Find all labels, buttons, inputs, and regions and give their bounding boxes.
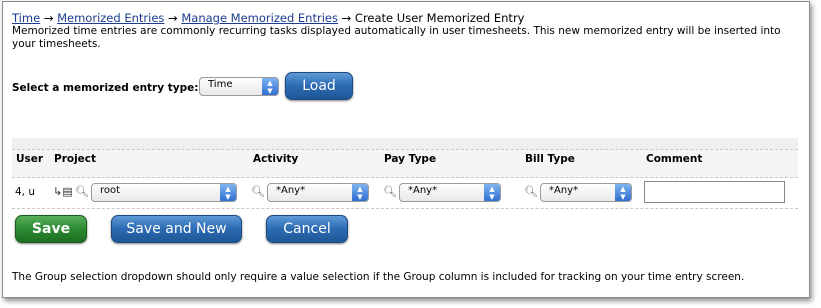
header-comment: Comment [646,153,703,165]
cancel-button[interactable]: Cancel [266,215,348,243]
header-pay-type: Pay Type [384,153,437,165]
chevron-updown-icon: ▲ ▼ [484,184,500,201]
breadcrumb: Time → Memorized Entries → Manage Memori… [12,11,524,25]
row-user: 4, u [15,186,36,198]
create-memorized-entry-panel: Time → Memorized Entries → Manage Memori… [2,1,810,298]
breadcrumb-separator: → [43,11,54,25]
project-select[interactable]: root ▲ ▼ [91,183,237,202]
header-activity: Activity [253,153,299,165]
chevron-updown-icon: ▲ ▼ [615,184,631,201]
header-project: Project [54,153,97,165]
search-icon[interactable]: 🔍︎ [524,185,538,198]
bill-type-value: *Any* [549,185,579,196]
pay-type-select[interactable]: *Any* ▲ ▼ [399,183,501,202]
header-bill-type: Bill Type [525,153,575,165]
entry-type-value: Time [208,79,233,90]
bill-type-select[interactable]: *Any* ▲ ▼ [540,183,632,202]
breadcrumb-link-manage-memorized-entries[interactable]: Manage Memorized Entries [181,11,338,25]
load-button[interactable]: Load [285,72,353,100]
comment-input[interactable] [644,181,785,203]
entry-type-label: Select a memorized entry type: [12,82,199,94]
pay-type-value: *Any* [408,185,438,196]
save-and-new-button[interactable]: Save and New [111,215,242,243]
hierarchy-icon[interactable]: ↳▤ [53,185,73,198]
activity-select[interactable]: *Any* ▲ ▼ [267,183,369,202]
project-value: root [100,185,121,196]
footer-note: The Group selection dropdown should only… [12,271,745,283]
breadcrumb-current: Create User Memorized Entry [354,11,525,25]
chevron-updown-icon: ▲ ▼ [352,184,368,201]
breadcrumb-link-memorized-entries[interactable]: Memorized Entries [57,11,164,25]
breadcrumb-separator: → [168,11,178,25]
search-icon[interactable]: 🔍︎ [75,185,89,198]
search-icon[interactable]: 🔍︎ [383,185,397,198]
breadcrumb-separator: → [341,11,352,25]
header-user: User [16,153,44,165]
table-top-band [12,138,798,149]
chevron-updown-icon: ▲ ▼ [262,78,278,95]
chevron-updown-icon: ▲ ▼ [220,184,236,201]
save-button[interactable]: Save [15,215,87,243]
search-icon[interactable]: 🔍︎ [251,185,265,198]
breadcrumb-link-time[interactable]: Time [12,11,40,25]
entry-type-select[interactable]: Time ▲ ▼ [199,77,279,96]
activity-value: *Any* [276,185,306,196]
intro-text: Memorized time entries are commonly recu… [12,25,781,50]
